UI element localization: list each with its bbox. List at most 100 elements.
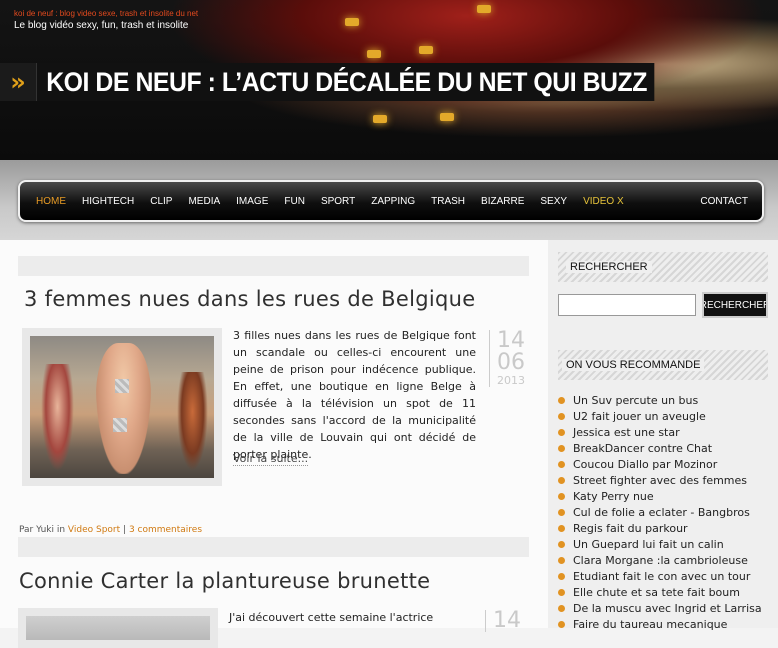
nav-item-sport[interactable]: SPORT (313, 196, 363, 207)
recommend-heading-bar: ON VOUS RECOMMANDE (558, 350, 768, 380)
decor-light (477, 5, 491, 13)
nav-item-trash[interactable]: TRASH (423, 196, 473, 207)
recommendation-item[interactable]: Regis fait du parkour (558, 520, 778, 536)
nav-item-zapping[interactable]: ZAPPING (363, 196, 423, 207)
nav-item-clip[interactable]: CLIP (142, 196, 180, 207)
recommendation-item[interactable]: De la muscu avec Ingrid et Larrisa (558, 600, 778, 616)
recommendation-link[interactable]: Street fighter avec des femmes (573, 474, 747, 487)
nav-item-media[interactable]: MEDIA (180, 196, 228, 207)
post-meta-by: Par Yuki in (19, 525, 68, 535)
nav-item-sexy[interactable]: SEXY (532, 196, 575, 207)
recommendation-link[interactable]: Katy Perry nue (573, 490, 654, 503)
post-meta-separator: | (120, 525, 129, 535)
decor (96, 343, 152, 474)
nav-item-home[interactable]: HOME (28, 196, 74, 207)
recommendation-link[interactable]: Clara Morgane :la cambrioleuse (573, 554, 748, 567)
decor-light (373, 115, 387, 123)
recommendation-link[interactable]: Regis fait du parkour (573, 522, 688, 535)
recommendation-link[interactable]: Jessica est une star (573, 426, 680, 439)
recommendation-item[interactable]: Un Guepard lui fait un calin (558, 536, 778, 552)
read-more-link[interactable]: Voir la suite... (233, 452, 309, 466)
recommendation-link[interactable]: De la muscu avec Ingrid et Larrisa (573, 602, 762, 615)
recommendation-item[interactable]: Un Suv percute un bus (558, 392, 778, 408)
search-heading-bar: RECHERCHER (558, 252, 768, 282)
recommendation-item[interactable]: Coucou Diallo par Mozinor (558, 456, 778, 472)
post-title[interactable]: Connie Carter la plantureuse brunette (19, 569, 430, 593)
bullet-icon (558, 556, 565, 564)
double-chevron-right-icon: » (0, 63, 37, 101)
bullet-icon (558, 428, 565, 436)
recommendation-link[interactable]: Elle chute et sa tete fait boum (573, 586, 740, 599)
nav-item-bizarre[interactable]: BIZARRE (473, 196, 532, 207)
recommendation-item[interactable]: Cul de folie a eclater - Bangbros (558, 504, 778, 520)
recommendation-link[interactable]: BreakDancer contre Chat (573, 442, 712, 455)
post-thumbnail-image (30, 336, 214, 478)
site-tagline: Le blog vidéo sexy, fun, trash et insoli… (14, 20, 189, 31)
bullet-icon (558, 572, 565, 580)
bullet-icon (558, 508, 565, 516)
post-meta: Par Yuki in Video Sport | 3 commentaires (19, 525, 202, 535)
recommendation-item[interactable]: BreakDancer contre Chat (558, 440, 778, 456)
post-excerpt: 3 filles nues dans les rues de Belgique … (233, 329, 476, 461)
post-date-day: 14 (497, 328, 525, 353)
bullet-icon (558, 540, 565, 548)
bullet-icon (558, 620, 565, 628)
nav-item-fun[interactable]: FUN (276, 196, 313, 207)
decor (41, 364, 75, 471)
main-nav: HOME HIGHTECH CLIP MEDIA IMAGE FUN SPORT… (18, 180, 764, 222)
post-date-year: 2013 (497, 374, 525, 387)
recommendation-item[interactable]: Etudiant fait le con avec un tour (558, 568, 778, 584)
search-heading: RECHERCHER (566, 261, 652, 273)
nav-item-contact[interactable]: CONTACT (700, 196, 748, 207)
post-date: 14 06 2013 (489, 330, 532, 387)
sidebar: RECHERCHER RECHERCHER ON VOUS RECOMMANDE… (548, 240, 778, 631)
search-input[interactable] (558, 294, 696, 316)
post-thumbnail[interactable] (22, 328, 222, 486)
recommendation-item[interactable]: Elle chute et sa tete fait boum (558, 584, 778, 600)
recommendation-item[interactable]: Jessica est une star (558, 424, 778, 440)
bullet-icon (558, 492, 565, 500)
search-button[interactable]: RECHERCHER (702, 292, 768, 318)
banner: » KOI DE NEUF : L’ACTU DÉCALÉE DU NET QU… (0, 63, 708, 101)
decor-light (419, 46, 433, 54)
post-category-link[interactable]: Video Sport (68, 525, 120, 535)
recommendation-item[interactable]: Katy Perry nue (558, 488, 778, 504)
censor-block (114, 378, 129, 393)
post-comments-link[interactable]: 3 commentaires (129, 525, 202, 535)
bullet-icon (558, 524, 565, 532)
recommendation-item[interactable]: Street fighter avec des femmes (558, 472, 778, 488)
bullet-icon (558, 588, 565, 596)
censor-block (112, 418, 127, 433)
banner-title[interactable]: KOI DE NEUF : L’ACTU DÉCALÉE DU NET QUI … (37, 63, 655, 101)
site-small-tag[interactable]: koi de neuf : blog video sexe, trash et … (14, 9, 198, 18)
decor (177, 371, 209, 471)
recommendation-item[interactable]: Faire du taureau mecanique (558, 616, 778, 632)
post-date: 14 (485, 610, 528, 632)
bullet-icon (558, 460, 565, 468)
recommendation-item[interactable]: Clara Morgane :la cambrioleuse (558, 552, 778, 568)
recommendation-link[interactable]: Cul de folie a eclater - Bangbros (573, 506, 750, 519)
nav-item-hightech[interactable]: HIGHTECH (74, 196, 142, 207)
decor-light (345, 18, 359, 26)
main-content: 3 femmes nues dans les rues de Belgique … (0, 240, 548, 648)
recommend-heading: ON VOUS RECOMMANDE (562, 359, 705, 371)
bullet-icon (558, 604, 565, 612)
post-date-day: 14 (493, 608, 521, 633)
decor-light (367, 50, 381, 58)
site-header: koi de neuf : blog video sexe, trash et … (0, 0, 778, 160)
post-thumbnail[interactable] (18, 608, 218, 648)
post-topbar (18, 537, 529, 557)
post-title[interactable]: 3 femmes nues dans les rues de Belgique (24, 287, 475, 311)
recommendation-link[interactable]: Un Suv percute un bus (573, 394, 698, 407)
recommendation-link[interactable]: Un Guepard lui fait un calin (573, 538, 724, 551)
recommendation-link[interactable]: Etudiant fait le con avec un tour (573, 570, 750, 583)
nav-item-image[interactable]: IMAGE (228, 196, 276, 207)
post-date-month: 06 (497, 350, 525, 375)
nav-item-video-x[interactable]: VIDEO X (575, 196, 632, 207)
recommendation-link[interactable]: Faire du taureau mecanique (573, 618, 727, 631)
recommendation-link[interactable]: Coucou Diallo par Mozinor (573, 458, 717, 471)
recommendation-link[interactable]: U2 fait jouer un aveugle (573, 410, 706, 423)
post-thumbnail-image (26, 616, 210, 640)
recommendation-item[interactable]: U2 fait jouer un aveugle (558, 408, 778, 424)
bullet-icon (558, 412, 565, 420)
